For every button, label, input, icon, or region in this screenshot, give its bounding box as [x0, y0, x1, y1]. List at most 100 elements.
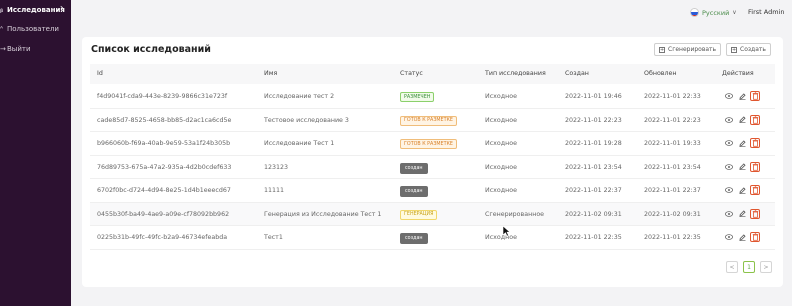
delete-icon[interactable]	[750, 91, 760, 101]
cell-type: Исходное	[485, 234, 517, 241]
status-badge: РАЗМЕЧЕН	[400, 92, 435, 102]
edit-icon[interactable]	[737, 138, 747, 148]
table-row[interactable]: 76d89753-675a-47a2-935a-4d2b0cdef633 1231…	[90, 156, 775, 179]
status-badge: создан	[400, 233, 428, 244]
cell-id: b966060b-f69a-40ab-9e59-53a1f24b305b	[97, 140, 231, 147]
sidebar-item-users[interactable]: ᴬ Пользователи	[0, 21, 59, 37]
status-badge: создан	[400, 186, 428, 197]
column-header-status[interactable]: Статус	[400, 70, 423, 77]
column-header-created[interactable]: Создан	[565, 70, 589, 77]
column-header-id[interactable]: Id	[97, 70, 103, 77]
cell-updated: 2022-11-01 22:33	[644, 93, 701, 100]
view-icon[interactable]	[724, 209, 734, 219]
research-list-card: Список исследований + Сгенерировать + Со…	[82, 37, 783, 287]
edit-icon[interactable]	[737, 91, 747, 101]
cell-type: Исходное	[485, 187, 517, 194]
generate-button-label: Сгенерировать	[668, 46, 717, 53]
table-row[interactable]: 0455b30f-ba49-4ae9-a09e-cf78092bb962 Гене…	[90, 202, 775, 226]
cell-updated: 2022-11-01 23:54	[644, 163, 701, 171]
edit-icon[interactable]	[737, 162, 747, 172]
cell-name: Генерация из Исследование Тест 1	[264, 210, 382, 218]
edit-icon[interactable]	[737, 115, 747, 125]
plus-square-icon: +	[659, 46, 665, 53]
view-icon[interactable]	[724, 91, 734, 101]
cell-created: 2022-11-01 19:46	[565, 93, 622, 100]
status-badge: ГОТОВ К РАЗМЕТКЕ	[400, 139, 457, 149]
table-header: Id Имя Статус Тип исследования Создан Об…	[90, 64, 775, 84]
cell-created: 2022-11-01 23:54	[565, 163, 622, 171]
table-row[interactable]: 6702f0bc-d724-4d94-8e25-1d4b1eeecd67 1111…	[90, 179, 775, 203]
user-name[interactable]: First Admin	[748, 8, 784, 16]
sidebar-item-label: Пользователи	[7, 25, 59, 33]
sidebar-item-logout[interactable]: → Выйти	[0, 41, 31, 57]
language-label: Русский	[702, 8, 730, 17]
cell-created: 2022-11-01 22:23	[565, 116, 622, 124]
cell-updated: 2022-11-01 22:23	[644, 116, 701, 124]
cell-name: 123123	[264, 163, 289, 171]
column-header-type[interactable]: Тип исследования	[485, 70, 546, 77]
plus-square-icon: +	[731, 46, 737, 53]
cell-created: 2022-11-01 19:28	[565, 140, 622, 147]
view-icon[interactable]	[724, 115, 734, 125]
cell-id: 0455b30f-ba49-4ae9-a09e-cf78092bb962	[97, 210, 230, 218]
mouse-cursor-icon	[503, 226, 511, 237]
delete-icon[interactable]	[750, 208, 760, 219]
delete-icon[interactable]	[750, 161, 760, 172]
cell-updated: 2022-11-01 22:35	[644, 234, 701, 241]
view-icon[interactable]	[724, 162, 734, 172]
language-select[interactable]: Русский ∨	[690, 8, 737, 17]
cell-updated: 2022-11-02 09:31	[644, 210, 701, 218]
delete-icon[interactable]	[750, 114, 760, 125]
pagination-prev-button[interactable]: <	[726, 261, 738, 273]
delete-icon[interactable]	[750, 185, 760, 195]
status-badge: ГОТОВ К РАЗМЕТКЕ	[400, 115, 457, 126]
view-icon[interactable]	[724, 185, 734, 195]
cell-id: 76d89753-675a-47a2-935a-4d2b0cdef633	[97, 163, 232, 171]
column-header-actions: Действия	[722, 70, 754, 77]
table-row[interactable]: 0225b31b-49fc-49fc-b2a9-46734efeabda Тест…	[90, 226, 775, 250]
cell-name: Тест1	[264, 234, 283, 241]
cell-id: f4d9041f-cda9-443e-8239-9866c31e723f	[97, 93, 228, 100]
cell-name: Исследование Тест 1	[264, 140, 335, 147]
sidebar-item-label: Исследования	[7, 6, 65, 14]
delete-icon[interactable]	[750, 232, 760, 242]
table-row[interactable]: b966060b-f69a-40ab-9e59-53a1f24b305b Иссл…	[90, 132, 775, 156]
chevron-down-icon: ∨	[732, 9, 737, 16]
page-title: Список исследований	[91, 44, 211, 55]
cell-created: 2022-11-01 22:35	[565, 234, 622, 241]
cell-type: Сгенерированное	[485, 210, 545, 218]
cell-type: Исходное	[485, 163, 517, 171]
column-header-name[interactable]: Имя	[264, 70, 277, 77]
sidebar-item-label: Выйти	[7, 45, 31, 53]
cell-id: cade85d7-8525-4658-bb85-d2ac1ca6cd5e	[97, 116, 232, 124]
cell-created: 2022-11-02 09:31	[565, 210, 622, 218]
cell-updated: 2022-11-01 22:37	[644, 187, 701, 194]
pagination-page-1[interactable]: 1	[743, 261, 755, 273]
create-button[interactable]: + Создать	[726, 43, 771, 56]
topbar: Русский ∨ First Admin	[71, 0, 792, 27]
view-icon[interactable]	[724, 232, 734, 242]
edit-icon[interactable]	[737, 185, 747, 195]
table-row[interactable]: f4d9041f-cda9-443e-8239-9866c31e723f Иссл…	[90, 85, 775, 109]
edit-icon[interactable]	[737, 209, 747, 219]
pagination-next-button[interactable]: >	[760, 261, 772, 273]
generate-button[interactable]: + Сгенерировать	[654, 43, 722, 56]
status-badge: создан	[400, 162, 428, 174]
cell-name: Тестовое исследование 3	[264, 116, 349, 124]
cell-updated: 2022-11-01 19:33	[644, 140, 701, 147]
table-row[interactable]: cade85d7-8525-4658-bb85-d2ac1ca6cd5e Тест…	[90, 109, 775, 132]
chevron-right-icon: ›	[60, 3, 64, 12]
sidebar-item-research[interactable]: ᵦ Исследования ›	[0, 2, 65, 18]
logout-icon: →	[0, 45, 6, 53]
cell-name: Исследование тест 2	[264, 93, 335, 100]
edit-icon[interactable]	[737, 232, 747, 242]
delete-icon[interactable]	[750, 138, 760, 148]
cell-name: 11111	[264, 187, 285, 194]
cell-id: 6702f0bc-d724-4d94-8e25-1d4b1eeecd67	[97, 187, 231, 194]
russia-flag-icon	[690, 8, 699, 17]
user-icon: ᴬ	[0, 25, 4, 33]
view-icon[interactable]	[724, 138, 734, 148]
create-button-label: Создать	[740, 46, 766, 53]
sidebar: ᵦ Исследования › ᴬ Пользователи → Выйти	[0, 0, 71, 306]
column-header-updated[interactable]: Обновлен	[644, 70, 677, 77]
